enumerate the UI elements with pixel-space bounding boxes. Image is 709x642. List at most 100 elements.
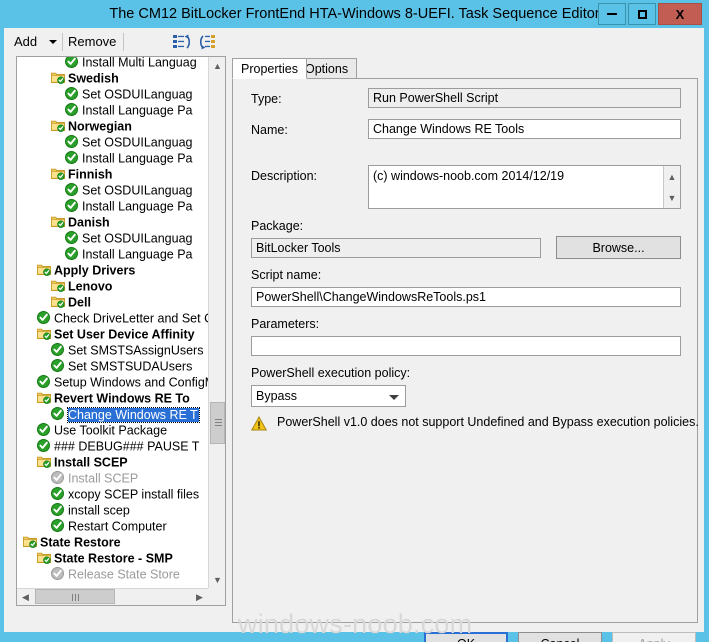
- tree-item[interactable]: Set OSDUILanguag: [17, 134, 208, 150]
- tree-item[interactable]: Restart Computer: [17, 518, 208, 534]
- tree-item[interactable]: Set OSDUILanguag: [17, 230, 208, 246]
- ok-button[interactable]: OK: [424, 632, 508, 642]
- chevron-down-icon[interactable]: [389, 395, 399, 400]
- tree-item-label: Install SCEP: [68, 471, 139, 486]
- tree-item[interactable]: Install Language Pa: [17, 102, 208, 118]
- tree-item[interactable]: xcopy SCEP install files: [17, 486, 208, 502]
- scroll-grip-icon: [72, 594, 79, 601]
- tree-item[interactable]: State Restore - SMP: [17, 550, 208, 566]
- tree-item[interactable]: ### DEBUG### PAUSE T: [17, 438, 208, 454]
- policy-label: PowerShell execution policy:: [251, 366, 411, 380]
- minimize-button[interactable]: [598, 3, 626, 25]
- tree-item[interactable]: Set OSDUILanguag: [17, 86, 208, 102]
- description-scrollbar[interactable]: ▲ ▼: [663, 166, 680, 208]
- tree-item[interactable]: Set OSDUILanguag: [17, 182, 208, 198]
- tree-item[interactable]: Apply Drivers: [17, 262, 208, 278]
- script-name-field[interactable]: PowerShell\ChangeWindowsReTools.ps1: [251, 287, 681, 307]
- green-check-icon: [51, 487, 65, 501]
- folder-check-icon: [51, 71, 65, 85]
- tree-item-label: Change Windows RE T: [67, 406, 200, 423]
- cancel-button[interactable]: Cancel: [518, 632, 602, 642]
- folder-check-icon: [51, 119, 65, 133]
- tree-item[interactable]: Install SCEP: [17, 470, 208, 486]
- tree-item[interactable]: Revert Windows RE To: [17, 390, 208, 406]
- tree-item-label: Set User Device Affinity: [54, 327, 195, 342]
- tree-item[interactable]: Install SCEP: [17, 454, 208, 470]
- tree-item[interactable]: Change Windows RE T: [17, 406, 208, 423]
- tree-item[interactable]: Lenovo: [17, 278, 208, 294]
- scroll-right-button[interactable]: ▶: [191, 589, 208, 605]
- green-check-icon: [51, 407, 65, 421]
- warning-text: PowerShell v1.0 does not support Undefin…: [277, 415, 699, 429]
- tree-item-label: Install Multi Languag: [82, 57, 197, 70]
- green-check-icon: [37, 311, 51, 325]
- tree-item[interactable]: Release State Store: [17, 566, 208, 582]
- green-check-icon: [65, 151, 79, 165]
- name-field[interactable]: Change Windows RE Tools: [368, 119, 681, 139]
- parameters-field[interactable]: [251, 336, 681, 356]
- warning-triangle-icon: [250, 415, 268, 431]
- tree-item[interactable]: State Restore: [17, 534, 208, 550]
- chevron-down-icon[interactable]: [49, 40, 57, 44]
- scroll-up-button[interactable]: ▲: [209, 57, 225, 74]
- minimize-icon: [607, 13, 617, 15]
- tree-item[interactable]: Swedish: [17, 70, 208, 86]
- tree-item[interactable]: install scep: [17, 502, 208, 518]
- tree-item[interactable]: Danish: [17, 214, 208, 230]
- description-field[interactable]: (c) windows-noob.com 2014/12/19 ▲ ▼: [368, 165, 681, 209]
- close-button[interactable]: X: [658, 3, 702, 25]
- tree-item[interactable]: Setup Windows and ConfigM: [17, 374, 208, 390]
- green-check-icon: [65, 247, 79, 261]
- tree-item-label: Release State Store: [68, 567, 180, 582]
- scroll-down-button[interactable]: ▼: [664, 187, 680, 208]
- tree-horizontal-scroll-thumb[interactable]: [35, 589, 115, 604]
- tree-item[interactable]: Install Language Pa: [17, 150, 208, 166]
- tree-vertical-scroll-thumb[interactable]: [210, 402, 225, 444]
- green-check-icon: [65, 103, 79, 117]
- tree-item[interactable]: Set SMSTSAssignUsers: [17, 342, 208, 358]
- tab-properties[interactable]: Properties: [232, 58, 307, 79]
- maximize-button[interactable]: [628, 3, 656, 25]
- tree-item[interactable]: Dell: [17, 294, 208, 310]
- task-sequence-editor-window: The CM12 BitLocker FrontEnd HTA-Windows …: [0, 0, 709, 642]
- tree-item-label: install scep: [68, 503, 130, 518]
- folder-check-icon: [37, 551, 51, 565]
- tree-item-label: Set OSDUILanguag: [82, 231, 193, 246]
- tree-item-label: Install Language Pa: [82, 199, 193, 214]
- tree-item[interactable]: Check DriveLetter and Set C: [17, 310, 208, 326]
- add-button[interactable]: Add: [10, 32, 41, 52]
- apply-button: Apply: [612, 632, 696, 642]
- tree-item-label: State Restore - SMP: [54, 551, 173, 566]
- scroll-left-button[interactable]: ◀: [17, 589, 34, 605]
- tree-item[interactable]: Install Multi Languag: [17, 57, 208, 70]
- move-up-icon[interactable]: [172, 33, 192, 51]
- execution-policy-select[interactable]: Bypass: [251, 385, 406, 407]
- tree-item[interactable]: Norwegian: [17, 118, 208, 134]
- scroll-down-button[interactable]: ▼: [209, 571, 225, 588]
- tree-horizontal-scrollbar[interactable]: ◀ ▶: [17, 588, 208, 605]
- tree-item-label: Swedish: [68, 71, 119, 86]
- tree-item[interactable]: Finnish: [17, 166, 208, 182]
- tree-item-label: Use Toolkit Package: [54, 423, 168, 438]
- execution-policy-value: Bypass: [256, 389, 297, 403]
- tree-item-label: Install Language Pa: [82, 247, 193, 262]
- scroll-up-button[interactable]: ▲: [664, 166, 680, 187]
- green-check-icon: [65, 183, 79, 197]
- move-down-icon[interactable]: [198, 33, 218, 51]
- folder-check-icon: [51, 167, 65, 181]
- green-check-icon: [65, 57, 79, 69]
- tree-item[interactable]: Set User Device Affinity: [17, 326, 208, 342]
- task-sequence-tree[interactable]: Install Multi Languag Swedish Set OSDUILan…: [17, 57, 208, 588]
- tree-item[interactable]: Use Toolkit Package: [17, 422, 208, 438]
- folder-check-icon: [51, 279, 65, 293]
- green-check-icon: [51, 359, 65, 373]
- folder-check-icon: [37, 263, 51, 277]
- tree-item[interactable]: Install Language Pa: [17, 246, 208, 262]
- remove-button[interactable]: Remove: [68, 32, 116, 52]
- tab-strip: Properties Options: [232, 58, 698, 79]
- tree-vertical-scrollbar[interactable]: ▲ ▼: [208, 57, 225, 588]
- browse-button[interactable]: Browse...: [556, 236, 681, 259]
- tree-item[interactable]: Set SMSTSUDAUsers: [17, 358, 208, 374]
- scrollbar-corner: [208, 588, 225, 605]
- tree-item[interactable]: Install Language Pa: [17, 198, 208, 214]
